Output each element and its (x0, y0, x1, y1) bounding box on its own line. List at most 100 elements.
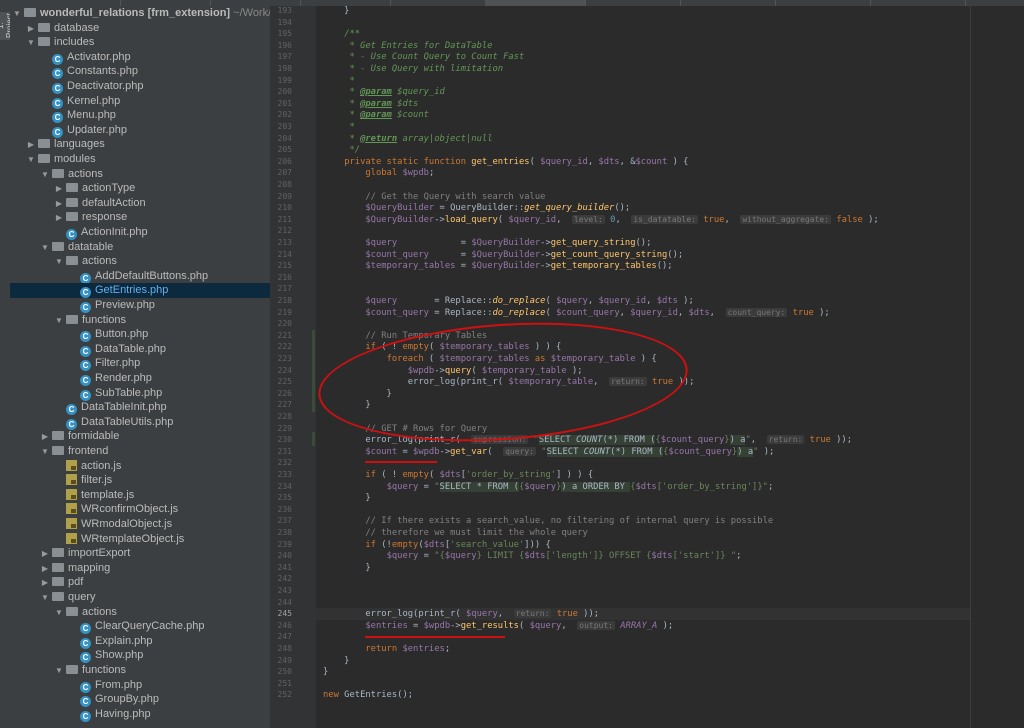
expand-arrow-icon[interactable]: ▼ (54, 314, 64, 329)
code-line[interactable]: // If there exists a search_value, no fi… (323, 515, 773, 527)
tree-folder[interactable]: ▶ importExport (10, 546, 270, 561)
code-line[interactable]: * @param $count (323, 109, 428, 121)
tree-folder[interactable]: ▶ languages (10, 137, 270, 152)
expand-arrow-icon[interactable]: ▼ (40, 591, 50, 606)
code-line[interactable]: } (323, 5, 349, 17)
tree-file[interactable]: C Show.php (10, 648, 270, 664)
tree-file[interactable]: C DataTable.php (10, 342, 270, 357)
tree-file[interactable]: WRtemplateObject.js (10, 532, 270, 547)
tree-folder[interactable]: ▼ actions (10, 167, 270, 182)
tree-folder[interactable]: ▼ functions (10, 313, 270, 328)
tree-file[interactable]: C Menu.php (10, 108, 270, 124)
code-line[interactable]: * - Use Count Query to Count Fast (323, 51, 524, 63)
code-line[interactable]: * Get Entries for DataTable (323, 40, 492, 52)
tree-folder[interactable]: ▼ datatable (10, 240, 270, 255)
collapse-arrow-icon[interactable]: ▶ (54, 197, 64, 212)
tree-file[interactable]: C DataTableInit.php (10, 400, 270, 416)
code-line[interactable]: */ (323, 144, 360, 156)
tree-folder[interactable]: ▼ frontend (10, 444, 270, 459)
code-line[interactable]: $count = $wpdb->get_var( query: "SELECT … (323, 446, 774, 458)
code-line[interactable]: } (323, 562, 370, 574)
code-line[interactable]: if ( ! empty( $dts['order_by_string'] ) … (323, 469, 593, 481)
expand-arrow-icon[interactable]: ▼ (54, 255, 64, 270)
code-line[interactable]: // Get the Query with search value (323, 191, 545, 203)
tree-file[interactable]: C Preview.php (10, 298, 270, 313)
code-line[interactable]: * (323, 121, 354, 133)
tree-file[interactable]: C ClearQueryCache.php (10, 619, 270, 635)
code-line[interactable]: } (323, 492, 370, 504)
code-line[interactable]: return $entries; (323, 643, 450, 655)
collapse-arrow-icon[interactable]: ▶ (54, 182, 64, 197)
expand-arrow-icon[interactable]: ▼ (40, 241, 50, 256)
code-line[interactable]: * @return array|object|null (323, 133, 492, 145)
tree-file[interactable]: C Kernel.php (10, 94, 270, 109)
tree-folder[interactable]: ▶ mapping (10, 561, 270, 576)
code-line[interactable]: private static function get_entries( $qu… (323, 156, 688, 168)
tree-folder[interactable]: ▼ modules (10, 152, 270, 167)
code-line[interactable]: $query = Replace::do_replace( $query, $q… (323, 295, 693, 307)
tree-file[interactable]: WRmodalObject.js (10, 517, 270, 532)
collapse-arrow-icon[interactable]: ▶ (40, 430, 50, 445)
expand-arrow-icon[interactable]: ▼ (26, 153, 36, 168)
collapse-arrow-icon[interactable]: ▶ (40, 576, 50, 591)
tree-file[interactable]: filter.js (10, 473, 270, 488)
code-line[interactable]: $temporary_tables = $QueryBuilder->get_t… (323, 260, 672, 272)
code-line[interactable]: global $wpdb; (323, 167, 434, 179)
expand-arrow-icon[interactable]: ▼ (54, 606, 64, 621)
tree-file[interactable]: action.js (10, 459, 270, 474)
tree-file[interactable]: C Render.php (10, 371, 270, 386)
expand-arrow-icon[interactable]: ▼ (12, 7, 22, 22)
collapse-arrow-icon[interactable]: ▶ (40, 547, 50, 562)
code-line[interactable]: new GetEntries(); (323, 689, 413, 701)
tree-folder[interactable]: ▶ pdf (10, 575, 270, 590)
tree-file[interactable]: C Activator.php (10, 50, 270, 65)
tree-folder[interactable]: ▼ query (10, 590, 270, 605)
tree-folder[interactable]: ▼ actions (10, 605, 270, 620)
tree-file[interactable]: C Filter.php (10, 356, 270, 372)
collapse-arrow-icon[interactable]: ▶ (26, 22, 36, 37)
tree-file[interactable]: C Updater.php (10, 123, 270, 138)
tree-file[interactable]: C GroupBy.php (10, 692, 270, 708)
code-line[interactable]: * (323, 75, 354, 87)
code-line[interactable]: $query = "SELECT * FROM ({$query}) a ORD… (323, 481, 773, 493)
tree-file[interactable]: C Constants.php (10, 64, 270, 80)
code-line[interactable]: $query = "{$query} LIMIT {$dts['length']… (323, 550, 742, 562)
expand-arrow-icon[interactable]: ▼ (40, 168, 50, 183)
collapse-arrow-icon[interactable]: ▶ (40, 562, 50, 577)
tree-folder[interactable]: ▶ database (10, 21, 270, 36)
code-line[interactable]: if (!empty($dts['search_value'])) { (323, 539, 550, 551)
code-line[interactable]: $entries = $wpdb->get_results( $query, o… (323, 620, 673, 632)
expand-arrow-icon[interactable]: ▼ (54, 664, 64, 679)
tree-folder[interactable]: ▼ actions (10, 254, 270, 269)
tree-folder[interactable]: ▶ response (10, 210, 270, 225)
tree-file[interactable]: C Button.php (10, 327, 270, 343)
tree-folder[interactable]: ▶ defaultAction (10, 196, 270, 211)
tree-file[interactable]: C Deactivator.php (10, 79, 270, 94)
tree-file[interactable]: C DataTableUtils.php (10, 415, 270, 430)
tree-file[interactable]: C ActionInit.php (10, 225, 270, 240)
code-line[interactable]: } (323, 655, 349, 667)
tree-folder[interactable]: ▼ includes (10, 35, 270, 50)
tree-file[interactable]: C GetEntries.php (10, 283, 270, 299)
tree-folder[interactable]: ▼ wonderful_relations [frm_extension] ~/W… (10, 6, 270, 21)
code-line[interactable]: error_log(print_r( $query, return: true … (323, 608, 599, 620)
tree-file[interactable]: C SubTable.php (10, 386, 270, 401)
tree-file[interactable]: C From.php (10, 678, 270, 693)
tree-folder[interactable]: ▼ functions (10, 663, 270, 678)
code-line[interactable]: /** (323, 28, 360, 40)
tree-folder[interactable]: ▶ formidable (10, 429, 270, 444)
tree-file[interactable]: C AddDefaultButtons.php (10, 269, 270, 284)
collapse-arrow-icon[interactable]: ▶ (26, 138, 36, 153)
tree-file[interactable]: template.js (10, 488, 270, 503)
expand-arrow-icon[interactable]: ▼ (26, 36, 36, 51)
tree-file[interactable]: C Having.php (10, 707, 270, 722)
code-line[interactable]: } (323, 666, 328, 678)
code-line[interactable]: * - Use Query with limitation (323, 63, 503, 75)
code-line[interactable]: $query = $QueryBuilder->get_query_string… (323, 237, 651, 249)
tree-folder[interactable]: ▶ actionType (10, 181, 270, 196)
tree-file[interactable]: C Explain.php (10, 634, 270, 649)
tree-file[interactable]: WRconfirmObject.js (10, 502, 270, 517)
collapse-arrow-icon[interactable]: ▶ (54, 211, 64, 226)
code-line[interactable]: $count_query = Replace::do_replace( $cou… (323, 307, 830, 319)
code-line[interactable]: * @param $dts (323, 98, 418, 110)
